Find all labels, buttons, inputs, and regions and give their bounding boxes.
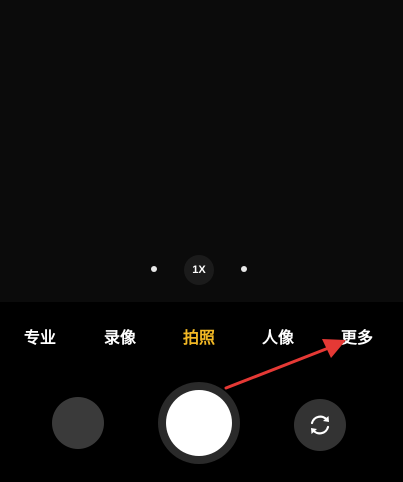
camera-screen: 1X 专业 录像 拍照 人像 更多 xyxy=(0,0,403,482)
gallery-thumbnail[interactable] xyxy=(52,397,104,449)
mode-pro[interactable]: 专业 xyxy=(24,324,56,348)
camera-switch-icon xyxy=(310,415,330,435)
shutter-inner xyxy=(166,390,232,456)
shutter-button[interactable] xyxy=(158,382,240,464)
zoom-level-dot[interactable] xyxy=(151,266,157,272)
mode-more[interactable]: 更多 xyxy=(341,324,373,348)
mode-selector: 专业 录像 拍照 人像 更多 xyxy=(0,320,403,350)
mode-video[interactable]: 录像 xyxy=(104,324,136,348)
viewfinder[interactable]: 1X xyxy=(0,0,403,302)
mode-portrait[interactable]: 人像 xyxy=(262,324,294,348)
zoom-button[interactable]: 1X xyxy=(184,255,214,285)
switch-camera-button[interactable] xyxy=(294,399,346,451)
zoom-level-dot[interactable] xyxy=(241,266,247,272)
mode-photo[interactable]: 拍照 xyxy=(183,324,215,348)
